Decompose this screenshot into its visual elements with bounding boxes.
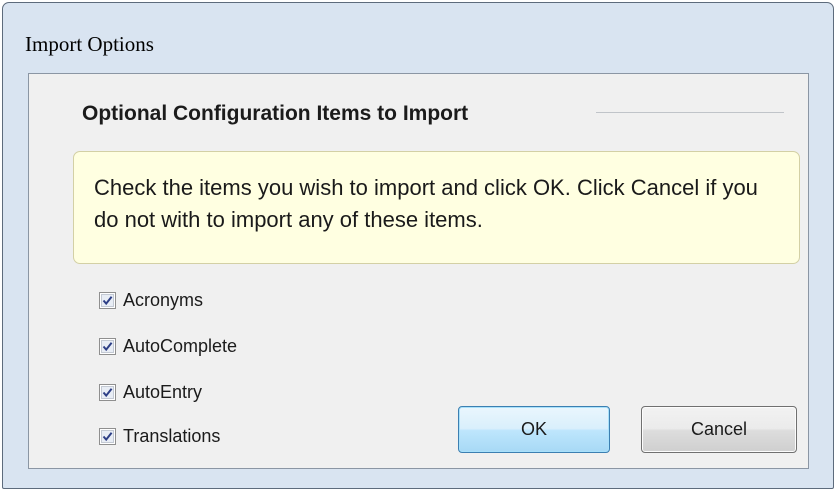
group-divider xyxy=(596,112,784,113)
info-box: Check the items you wish to import and c… xyxy=(73,151,800,264)
checkbox-row-autocomplete[interactable]: AutoComplete xyxy=(99,334,237,358)
info-text: Check the items you wish to import and c… xyxy=(94,175,758,232)
check-mark-icon xyxy=(101,293,114,307)
autoentry-checkbox[interactable] xyxy=(99,383,116,401)
title-bar[interactable]: Import Options xyxy=(3,3,833,73)
import-options-dialog: Import Options Optional Configuration It… xyxy=(2,2,834,489)
autocomplete-label[interactable]: AutoComplete xyxy=(123,335,237,357)
acronyms-label[interactable]: Acronyms xyxy=(123,289,203,311)
checkbox-row-autoentry[interactable]: AutoEntry xyxy=(99,380,202,404)
check-mark-icon xyxy=(101,339,114,353)
acronyms-checkbox[interactable] xyxy=(99,291,116,309)
check-mark-icon xyxy=(101,429,114,443)
ok-button[interactable]: OK xyxy=(458,406,610,453)
dialog-content: Optional Configuration Items to Import C… xyxy=(28,73,809,469)
check-mark-icon xyxy=(101,385,114,399)
autoentry-label[interactable]: AutoEntry xyxy=(123,381,202,403)
translations-checkbox[interactable] xyxy=(99,427,116,445)
checkbox-row-translations[interactable]: Translations xyxy=(99,424,220,448)
checkbox-row-acronyms[interactable]: Acronyms xyxy=(99,288,203,312)
group-heading: Optional Configuration Items to Import xyxy=(82,102,469,125)
window-title: Import Options xyxy=(25,32,154,56)
translations-label[interactable]: Translations xyxy=(123,425,220,447)
autocomplete-checkbox[interactable] xyxy=(99,337,116,355)
cancel-button[interactable]: Cancel xyxy=(641,406,797,453)
